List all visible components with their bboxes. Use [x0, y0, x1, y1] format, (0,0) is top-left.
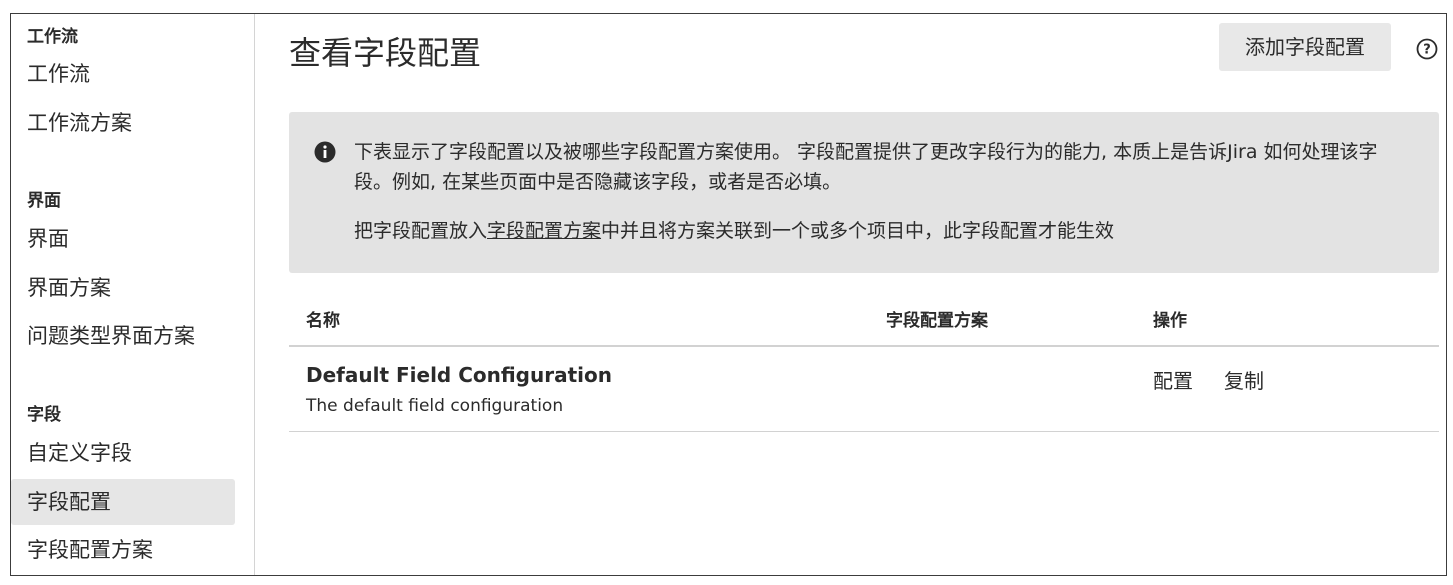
- sidebar-item-issue-type-screen-schemes[interactable]: 问题类型界面方案: [11, 313, 235, 359]
- copy-link[interactable]: 复制: [1224, 365, 1264, 394]
- info-text-suffix: 中并且将方案关联到一个或多个项目中，此字段配置才能生效: [601, 220, 1115, 242]
- info-text-secondary: 把字段配置放入字段配置方案中并且将方案关联到一个或多个项目中，此字段配置才能生效: [354, 216, 1414, 246]
- field-configuration-schemes-link[interactable]: 字段配置方案: [487, 220, 601, 242]
- sidebar-item-screens[interactable]: 界面: [11, 216, 235, 262]
- main-content: 查看字段配置 添加字段配置 ? 下表显示了字段配置以及被哪些字段配置方案使用。 …: [256, 14, 1446, 575]
- table-row-divider: [289, 431, 1439, 432]
- field-configuration-name: Default Field Configuration: [306, 363, 612, 387]
- info-message: 下表显示了字段配置以及被哪些字段配置方案使用。 字段配置提供了更改字段行为的能力…: [289, 112, 1439, 273]
- sidebar-item-field-configuration-schemes[interactable]: 字段配置方案: [11, 527, 235, 573]
- info-icon: [314, 141, 336, 163]
- page-title: 查看字段配置: [289, 34, 482, 72]
- sidebar-heading-workflow: 工作流: [27, 27, 78, 47]
- table-header-divider: [289, 345, 1439, 347]
- sidebar-item-custom-fields[interactable]: 自定义字段: [11, 430, 235, 476]
- sidebar: 工作流 工作流 工作流方案 界面 界面 界面方案 问题类型界面方案 字段 自定义…: [11, 14, 255, 575]
- sidebar-item-workflows[interactable]: 工作流: [11, 51, 235, 97]
- help-icon[interactable]: ?: [1416, 38, 1438, 60]
- sidebar-heading-fields: 字段: [27, 405, 61, 425]
- svg-text:?: ?: [1423, 43, 1431, 58]
- add-field-configuration-button[interactable]: 添加字段配置: [1219, 23, 1391, 71]
- column-header-name: 名称: [306, 311, 340, 331]
- info-text-prefix: 把字段配置放入: [354, 220, 488, 242]
- field-configuration-description: The default field configuration: [306, 396, 564, 416]
- sidebar-item-workflow-schemes[interactable]: 工作流方案: [11, 100, 235, 146]
- sidebar-item-field-configurations[interactable]: 字段配置: [11, 479, 235, 525]
- sidebar-heading-screens: 界面: [27, 191, 61, 211]
- column-header-schemes: 字段配置方案: [886, 311, 988, 331]
- sidebar-item-screen-schemes[interactable]: 界面方案: [11, 265, 235, 311]
- info-text: 下表显示了字段配置以及被哪些字段配置方案使用。 字段配置提供了更改字段行为的能力…: [354, 141, 1378, 193]
- column-header-operations: 操作: [1153, 311, 1187, 331]
- app-frame: 工作流 工作流 工作流方案 界面 界面 界面方案 问题类型界面方案 字段 自定义…: [10, 13, 1447, 576]
- configure-link[interactable]: 配置: [1153, 365, 1193, 394]
